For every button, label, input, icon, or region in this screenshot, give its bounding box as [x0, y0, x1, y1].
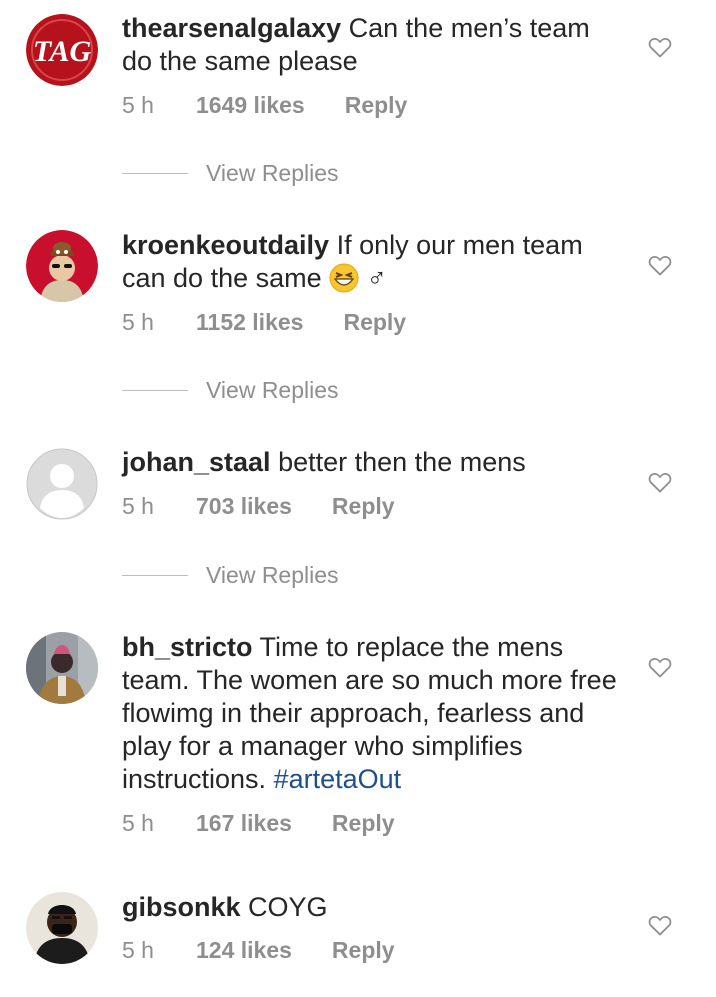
person-silhouette-icon	[26, 448, 98, 520]
comment-time: 5 h	[122, 810, 154, 836]
comment-username[interactable]: johan_staal	[122, 447, 271, 477]
grinning-squinting-emoji-icon	[329, 263, 359, 293]
comment-meta: 5 h 703 likes Reply	[122, 493, 395, 520]
like-count[interactable]: 703 likes	[196, 493, 292, 520]
view-replies-label: View Replies	[206, 160, 339, 186]
comment-time: 5 h	[122, 493, 154, 519]
avatar-photo	[26, 230, 98, 302]
avatar[interactable]: TAG	[26, 14, 98, 86]
reply-button[interactable]: Reply	[345, 92, 408, 119]
reply-button[interactable]: Reply	[332, 810, 395, 837]
like-count[interactable]: 1152 likes	[196, 309, 303, 336]
comment-username[interactable]: thearsenalgalaxy	[122, 13, 341, 43]
view-replies-link[interactable]: View Replies	[122, 160, 339, 187]
divider-line	[122, 390, 188, 391]
reply-button[interactable]: Reply	[343, 309, 406, 336]
heart-outline-icon[interactable]	[648, 254, 672, 276]
view-replies-link[interactable]: View Replies	[122, 377, 339, 404]
comment-body: better then the mens	[278, 447, 526, 477]
comment-text: thearsenalgalaxy Can the men’s team do t…	[122, 12, 622, 78]
comment-time: 5 h	[122, 937, 154, 963]
divider-line	[122, 173, 188, 174]
comment-meta: 5 h 124 likes Reply	[122, 937, 395, 964]
avatar-tag-logo: TAG	[26, 14, 98, 86]
avatar-logo-text: TAG	[33, 35, 92, 68]
like-count[interactable]: 167 likes	[196, 810, 292, 837]
view-replies-link[interactable]: View Replies	[122, 562, 339, 589]
comment-meta: 5 h 1152 likes Reply	[122, 309, 406, 336]
heart-outline-icon[interactable]	[648, 36, 672, 58]
avatar[interactable]	[26, 230, 98, 302]
comment-time: 5 h	[122, 92, 154, 118]
comment-text: gibsonkk COYG	[122, 891, 622, 924]
avatar[interactable]	[26, 448, 98, 520]
comment-meta: 5 h 1649 likes Reply	[122, 92, 407, 119]
comment-hashtag[interactable]: #artetaOut	[274, 764, 402, 794]
like-count[interactable]: 124 likes	[196, 937, 292, 964]
avatar[interactable]	[26, 632, 98, 704]
comment-time: 5 h	[122, 309, 154, 335]
heart-outline-icon[interactable]	[648, 656, 672, 678]
avatar[interactable]	[26, 892, 98, 964]
comment-username[interactable]: gibsonkk	[122, 892, 241, 922]
reply-button[interactable]: Reply	[332, 493, 395, 520]
heart-outline-icon[interactable]	[648, 914, 672, 936]
comment-text: bh_stricto Time to replace the mens team…	[122, 631, 622, 796]
heart-outline-icon[interactable]	[648, 471, 672, 493]
view-replies-label: View Replies	[206, 562, 339, 588]
like-count[interactable]: 1649 likes	[196, 92, 305, 119]
comment-text: kroenkeoutdaily If only our men team can…	[122, 229, 622, 295]
comment-meta: 5 h 167 likes Reply	[122, 810, 395, 837]
comment-body: COYG	[248, 892, 328, 922]
comment-username[interactable]: bh_stricto	[122, 632, 253, 662]
reply-button[interactable]: Reply	[332, 937, 395, 964]
avatar-photo	[26, 632, 98, 704]
comment-body-suffix: ♂	[366, 263, 387, 293]
comment-text: johan_staal better then the mens	[122, 446, 622, 479]
comment-username[interactable]: kroenkeoutdaily	[122, 230, 329, 260]
avatar-photo	[26, 892, 98, 964]
divider-line	[122, 575, 188, 576]
view-replies-label: View Replies	[206, 377, 339, 403]
